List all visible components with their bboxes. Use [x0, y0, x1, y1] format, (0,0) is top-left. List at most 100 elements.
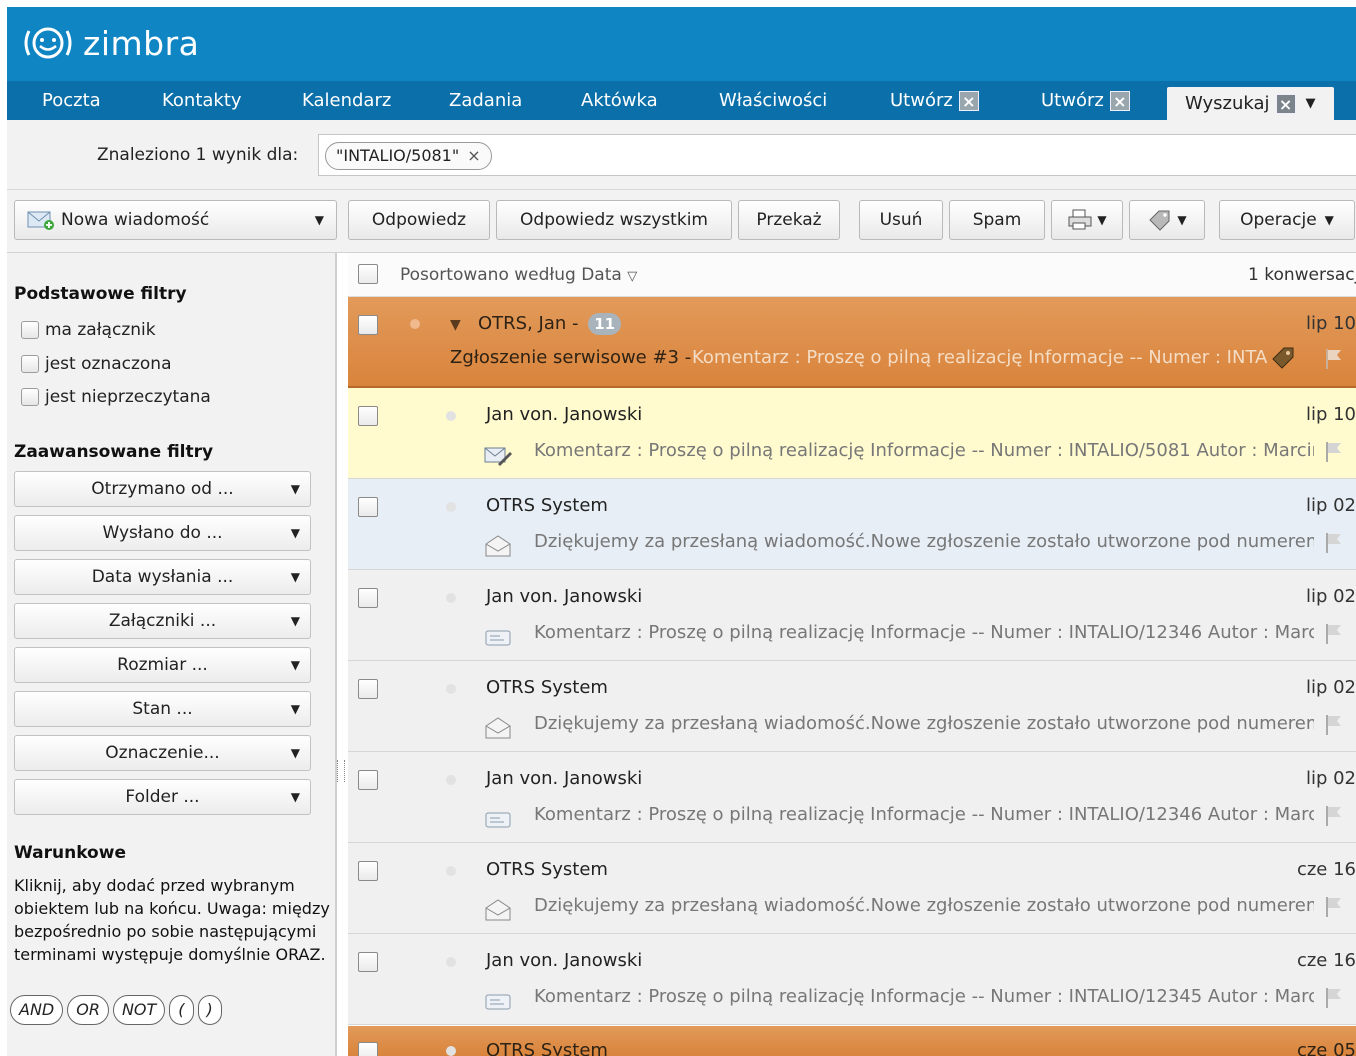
message-row[interactable]: OTRS System lip 02 Dziękujemy za przesła…	[348, 661, 1356, 752]
filter-sent-date[interactable]: Data wysłania ... ▼	[14, 559, 311, 595]
message-row[interactable]: OTRS System lip 02 Dziękujemy za przesła…	[348, 479, 1356, 570]
close-icon[interactable]: ×	[958, 90, 979, 111]
panel-resize-handle[interactable]	[337, 760, 345, 782]
tab-utworz-2[interactable]: Utwórz ×	[1041, 81, 1130, 120]
delete-button[interactable]: Usuń	[859, 200, 943, 240]
reply-all-button[interactable]: Odpowiedz wszystkim	[496, 200, 732, 240]
close-icon[interactable]: ×	[1275, 93, 1296, 114]
row-checkbox[interactable]	[358, 315, 378, 335]
search-query-text: "INTALIO/5081"	[336, 146, 460, 165]
tab-wyszukaj[interactable]: Wyszukaj × ▼	[1167, 87, 1334, 120]
sort-desc-icon: ▽	[627, 269, 638, 284]
read-status-dot[interactable]	[446, 775, 456, 785]
filter-has-attachment[interactable]: ma załącznik	[21, 320, 156, 340]
tab-label: Utwórz	[890, 90, 953, 111]
row-checkbox[interactable]	[358, 679, 378, 699]
message-list-header: Posortowano według Data ▽ 1 konwersacja	[348, 253, 1356, 297]
search-query-chip[interactable]: "INTALIO/5081" ×	[325, 142, 492, 170]
row-checkbox[interactable]	[358, 1042, 378, 1056]
read-status-dot[interactable]	[446, 957, 456, 967]
message-row[interactable]: Jan von. Janowski lip 10 Komentarz : Pro…	[348, 388, 1356, 479]
new-message-label: Nowa wiadomość	[61, 210, 210, 230]
tag-icon[interactable]	[1270, 345, 1296, 371]
tab-kontakty[interactable]: Kontakty	[162, 81, 242, 120]
message-row[interactable]: OTRS System cze 05	[348, 1026, 1356, 1056]
chevron-down-icon[interactable]: ▼	[1325, 213, 1334, 227]
flag-icon[interactable]	[1324, 804, 1344, 828]
filter-attachments[interactable]: Załączniki ... ▼	[14, 603, 311, 639]
operator-and-button[interactable]: AND	[10, 995, 64, 1025]
operator-or-button[interactable]: OR	[67, 995, 109, 1025]
row-checkbox[interactable]	[358, 497, 378, 517]
tab-zadania[interactable]: Zadania	[449, 81, 522, 120]
filter-unread[interactable]: jest nieprzeczytana	[21, 387, 211, 407]
zimbra-logo[interactable]: zimbra	[19, 23, 199, 63]
read-status-dot[interactable]	[446, 1046, 456, 1056]
flag-icon[interactable]	[1324, 713, 1344, 737]
chevron-down-icon[interactable]: ▼	[1306, 96, 1316, 111]
tab-kalendarz[interactable]: Kalendarz	[302, 81, 391, 120]
read-status-dot[interactable]	[446, 411, 456, 421]
search-input[interactable]: "INTALIO/5081" ×	[318, 134, 1356, 176]
filter-size[interactable]: Rozmiar ... ▼	[14, 647, 311, 683]
filter-received-from[interactable]: Otrzymano od ... ▼	[14, 471, 311, 507]
spam-button[interactable]: Spam	[949, 200, 1045, 240]
forward-label: Przekaż	[756, 210, 822, 230]
operator-open-paren-button[interactable]: (	[169, 995, 194, 1025]
operations-button[interactable]: Operacje ▼	[1219, 200, 1355, 240]
message-row[interactable]: Jan von. Janowski cze 16 Komentarz : Pro…	[348, 934, 1356, 1025]
filter-folder[interactable]: Folder ... ▼	[14, 779, 311, 815]
read-status-dot[interactable]	[410, 319, 420, 329]
forward-button[interactable]: Przekaż	[738, 200, 840, 240]
conversation-count: 1 konwersacja	[1248, 265, 1356, 285]
tab-poczta[interactable]: Poczta	[42, 81, 101, 120]
message-row[interactable]: Jan von. Janowski lip 02 Komentarz : Pro…	[348, 752, 1356, 843]
row-checkbox[interactable]	[358, 588, 378, 608]
print-button[interactable]: ▼	[1051, 200, 1123, 240]
checkbox[interactable]	[21, 388, 39, 406]
filter-status[interactable]: Stan ... ▼	[14, 691, 311, 727]
close-icon[interactable]: ×	[1109, 90, 1130, 111]
filter-flagged[interactable]: jest oznaczona	[21, 354, 172, 374]
tag-button[interactable]: ▼	[1129, 200, 1205, 240]
filter-tag[interactable]: Oznaczenie... ▼	[14, 735, 311, 771]
expand-triangle-icon[interactable]: ▼	[450, 317, 461, 333]
flag-icon[interactable]	[1324, 440, 1344, 464]
flag-icon[interactable]	[1324, 986, 1344, 1010]
message-row[interactable]: Jan von. Janowski lip 02 Komentarz : Pro…	[348, 570, 1356, 661]
filter-sent-to[interactable]: Wysłano do ... ▼	[14, 515, 311, 551]
flag-icon[interactable]	[1324, 895, 1344, 919]
reply-button[interactable]: Odpowiedz	[348, 200, 490, 240]
read-status-dot[interactable]	[446, 866, 456, 876]
select-all-checkbox[interactable]	[358, 264, 378, 284]
read-status-dot[interactable]	[446, 502, 456, 512]
sort-label[interactable]: Posortowano według Data ▽	[400, 265, 637, 285]
tab-utworz-1[interactable]: Utwórz ×	[890, 81, 979, 120]
close-icon[interactable]: ×	[467, 146, 480, 165]
chevron-down-icon[interactable]: ▼	[1177, 213, 1186, 227]
row-checkbox[interactable]	[358, 861, 378, 881]
flag-icon[interactable]	[1324, 347, 1344, 371]
read-status-dot[interactable]	[446, 593, 456, 603]
checkbox[interactable]	[21, 321, 39, 339]
conversation-row[interactable]: ▼ OTRS, Jan - 11 lip 10 Zgłoszenie serwi…	[348, 297, 1356, 388]
new-message-button[interactable]: Nowa wiadomość ▼	[14, 200, 337, 240]
tab-aktowka[interactable]: Aktówka	[581, 81, 658, 120]
filter-label: Wysłano do ...	[102, 523, 223, 543]
row-checkbox[interactable]	[358, 406, 378, 426]
operator-close-paren-button[interactable]: )	[197, 995, 222, 1025]
operator-not-button[interactable]: NOT	[112, 995, 166, 1025]
checkbox[interactable]	[21, 355, 39, 373]
flag-icon[interactable]	[1324, 622, 1344, 646]
read-status-dot[interactable]	[446, 684, 456, 694]
chevron-down-icon[interactable]: ▼	[315, 213, 324, 227]
row-checkbox[interactable]	[358, 952, 378, 972]
tab-wlasciwosci[interactable]: Właściwości	[719, 81, 827, 120]
flag-icon[interactable]	[1324, 531, 1344, 555]
chevron-down-icon[interactable]: ▼	[1097, 213, 1106, 227]
message-row[interactable]: OTRS System cze 16 Dziękujemy za przesła…	[348, 843, 1356, 934]
conditional-help-text: Kliknij, aby dodać przed wybranym obiekt…	[14, 876, 330, 964]
spam-label: Spam	[972, 210, 1022, 230]
row-checkbox[interactable]	[358, 770, 378, 790]
conversation-senders: OTRS, Jan - 11	[478, 313, 622, 335]
